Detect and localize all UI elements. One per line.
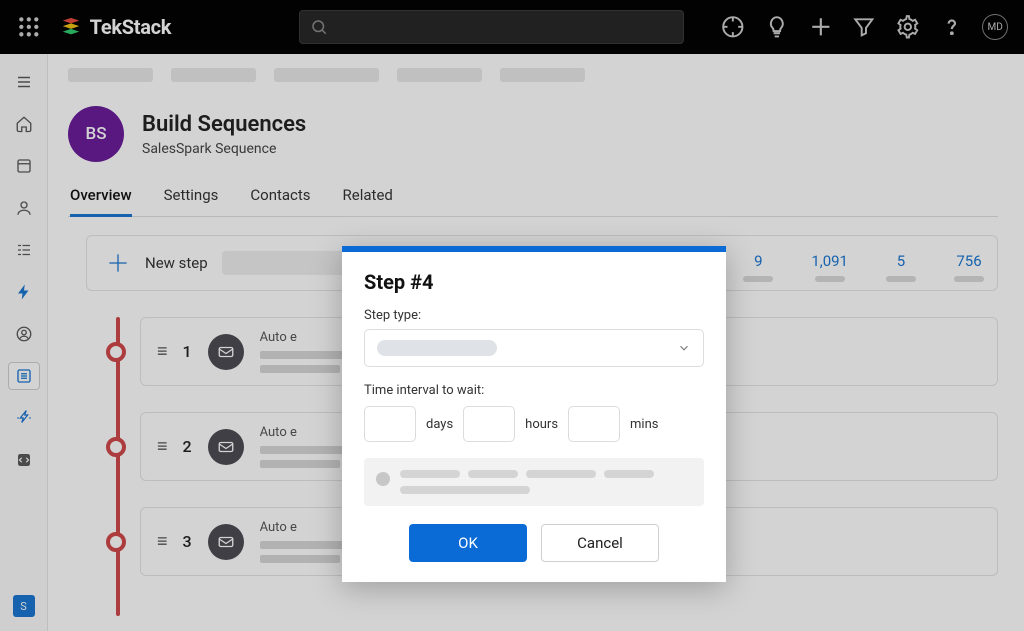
hours-input[interactable]	[463, 406, 515, 442]
step-type-select[interactable]	[364, 329, 704, 367]
hours-unit: hours	[525, 417, 558, 432]
select-placeholder-skeleton	[377, 340, 497, 356]
dialog-title: Step #4	[364, 270, 704, 294]
cancel-button[interactable]: Cancel	[541, 524, 659, 562]
days-input[interactable]	[364, 406, 416, 442]
days-unit: days	[426, 417, 453, 432]
dialog-actions: OK Cancel	[364, 524, 704, 562]
step-dialog: Step #4 Step type: Time interval to wait…	[342, 246, 726, 582]
interval-row: days hours mins	[364, 406, 704, 442]
mins-unit: mins	[630, 417, 658, 432]
info-icon	[376, 472, 390, 486]
info-panel	[364, 458, 704, 506]
chevron-down-icon	[677, 341, 691, 355]
step-type-label: Step type:	[364, 308, 704, 323]
mins-input[interactable]	[568, 406, 620, 442]
interval-label: Time interval to wait:	[364, 383, 704, 398]
ok-button[interactable]: OK	[409, 524, 527, 562]
